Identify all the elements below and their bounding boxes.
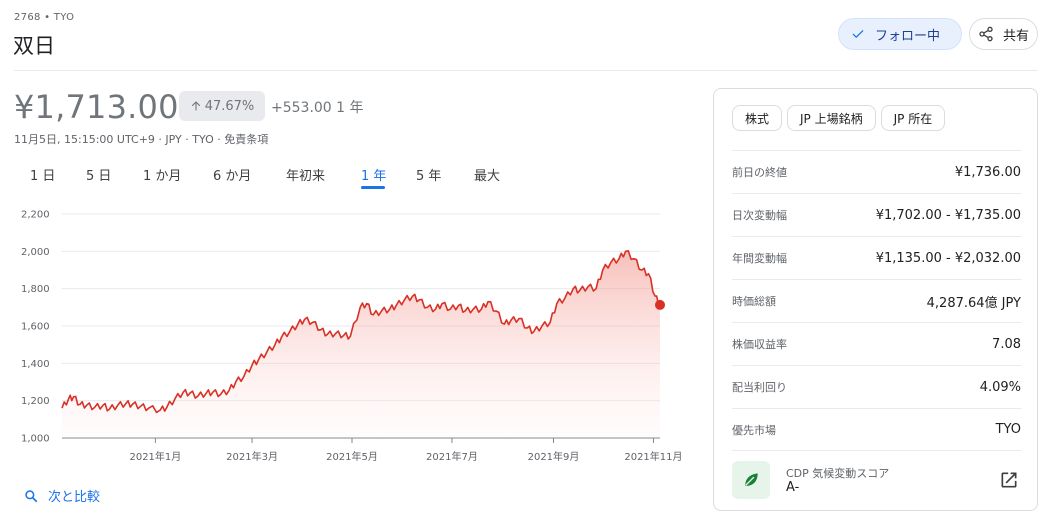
price-chart[interactable]: 2,200 2,000 1,800 1,600 1,400 1,200 1,000 2021年… [0,200,700,470]
x-tick-label: 2021年11月 [624,450,682,463]
tab-1d[interactable]: 1 日 [30,165,55,184]
compare-button[interactable]: 次と比較 [24,486,100,505]
check-icon [852,30,864,38]
price-area [62,250,660,438]
y-tick-label: 1,200 [21,396,50,407]
stat-label: 配当利回り [732,381,787,394]
x-tick-label: 2021年5月 [326,450,378,463]
stat-value: 4.09% [979,379,1021,395]
header-divider [14,70,1038,71]
company-name: 双日 [13,34,55,58]
percent-change-badge: 47.67% [179,91,265,121]
y-tick-label: 2,200 [21,210,50,221]
y-tick-label: 1,000 [21,434,50,445]
stat-label: 日次変動幅 [732,209,787,222]
y-tick-label: 1,400 [21,359,50,370]
stat-row-dividend-yield: 配当利回り 4.09% [732,365,1021,408]
percent-change: 47.67% [204,98,255,114]
y-tick-label: 1,600 [21,322,50,333]
stat-label: 時価総額 [732,295,776,308]
tab-1m[interactable]: 1 か月 [143,165,181,184]
tab-6m[interactable]: 6 か月 [213,165,251,184]
stat-row-market-cap: 時価総額 4,287.64億 JPY [732,279,1021,322]
tab-5d[interactable]: 5 日 [86,165,111,184]
share-button[interactable]: 共有 [969,18,1038,50]
stat-row-prev-close: 前日の終値 ¥1,736.00 [732,150,1021,193]
y-tick-label: 1,800 [21,284,50,295]
stat-value: ¥1,702.00 - ¥1,735.00 [875,207,1021,223]
category-chips: 株式 JP 上場銘柄 JP 所在 [732,105,946,131]
stat-value: 7.08 [992,336,1021,352]
search-icon [25,489,38,502]
x-tick-label: 2021年9月 [528,450,580,463]
leaf-icon [732,461,770,499]
tab-5y[interactable]: 5 年 [416,165,441,184]
tab-ytd[interactable]: 年初来 [286,165,325,184]
chip-jp-located[interactable]: JP 所在 [880,105,946,131]
x-tick-label: 2021年1月 [129,450,181,463]
stat-label: 株価収益率 [732,338,787,351]
stat-value: ¥1,736.00 [954,164,1021,180]
cdp-score-label: CDP 気候変動スコア [786,467,890,480]
stat-row-day-range: 日次変動幅 ¥1,702.00 - ¥1,735.00 [732,193,1021,236]
arrow-up-icon [191,101,200,111]
stat-row-primary-exchange: 優先市場 TYO [732,408,1021,451]
active-tab-indicator [361,186,385,189]
quote-meta: 11月5日, 15:15:00 UTC+9 · JPY · TYO · 免責条項 [14,133,269,146]
stat-value: 4,287.64億 JPY [926,295,1021,311]
stat-label: 前日の終値 [732,166,787,179]
x-tick-label: 2021年3月 [226,450,278,463]
ticker-symbol: 2768 • TYO [14,12,75,23]
follow-button[interactable]: フォロー中 [838,18,962,50]
stat-label: 優先市場 [732,423,776,437]
tab-1y[interactable]: 1 年 [361,165,386,184]
current-price: ¥1,713.00 [14,88,179,126]
follow-label: フォロー中 [875,28,941,44]
last-price-point [655,299,665,310]
stat-value: TYO [995,422,1021,437]
absolute-change: +553.00 1 年 [271,100,364,116]
cdp-score-value: A- [786,480,800,495]
share-icon [979,26,993,42]
tab-max[interactable]: 最大 [474,165,500,184]
stat-row-year-range: 年間変動幅 ¥1,135.00 - ¥2,032.00 [732,236,1021,279]
stat-row-pe-ratio: 株価収益率 7.08 [732,322,1021,365]
chip-stock[interactable]: 株式 [732,105,783,131]
compare-label: 次と比較 [48,490,101,505]
stat-value: ¥1,135.00 - ¥2,032.00 [875,250,1021,266]
chip-jp-listed[interactable]: JP 上場銘柄 [787,105,876,131]
stats-table: 前日の終値 ¥1,736.00 日次変動幅 ¥1,702.00 - ¥1,735… [732,150,1021,451]
stats-card: 株式 JP 上場銘柄 JP 所在 前日の終値 ¥1,736.00 日次変動幅 ¥… [713,88,1038,511]
share-label: 共有 [1003,28,1030,44]
open-in-new-icon[interactable] [999,470,1019,490]
x-tick-label: 2021年7月 [426,450,478,463]
stat-label: 年間変動幅 [732,252,787,265]
y-tick-label: 2,000 [21,247,50,258]
